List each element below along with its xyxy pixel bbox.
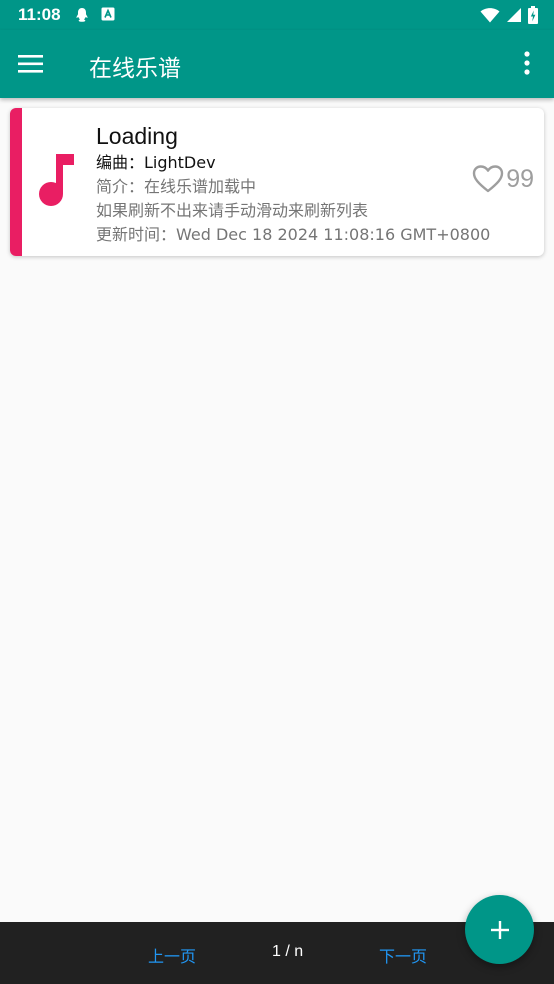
menu-icon xyxy=(18,55,43,73)
next-page-button[interactable]: 下一页 xyxy=(379,943,427,967)
card-text: Loading 编曲：LightDev 简介：在线乐谱加载中 如果刷新不出来请手… xyxy=(96,121,490,247)
system-icons xyxy=(480,6,538,24)
app-notification-icon xyxy=(101,7,115,21)
sheet-composer: 编曲：LightDev xyxy=(96,153,216,172)
like-count: 99 xyxy=(506,164,534,193)
sheet-card[interactable]: Loading 编曲：LightDev 简介：在线乐谱加载中 如果刷新不出来请手… xyxy=(10,108,544,256)
signal-icon xyxy=(507,8,521,22)
wifi-icon xyxy=(480,8,500,23)
sheet-intro: 简介：在线乐谱加载中 xyxy=(96,177,257,196)
more-options-button[interactable] xyxy=(516,50,538,78)
refresh-hint: 如果刷新不出来请手动滑动来刷新列表 xyxy=(96,201,369,220)
add-icon xyxy=(490,920,509,939)
status-bar: 11:08 xyxy=(0,0,554,30)
page-title: 在线乐谱 xyxy=(89,56,181,82)
like-button[interactable]: 99 xyxy=(472,164,534,194)
prev-page-button[interactable]: 上一页 xyxy=(148,943,196,967)
page-indicator: 1 / n xyxy=(272,943,304,960)
status-time: 11:08 xyxy=(18,5,61,24)
sheet-title: Loading xyxy=(96,123,178,149)
add-fab-button[interactable] xyxy=(465,895,534,964)
update-time: 更新时间：Wed Dec 18 2024 11:08:16 GMT+0800 xyxy=(96,225,491,244)
battery-icon xyxy=(528,6,538,24)
music-note-icon xyxy=(39,154,74,206)
app-bar: 在线乐谱 xyxy=(0,30,554,98)
heart-outline-icon xyxy=(472,165,504,193)
more-vert-icon xyxy=(524,51,530,75)
menu-button[interactable] xyxy=(18,50,52,78)
notification-icons xyxy=(75,7,115,23)
card-accent-strip xyxy=(10,108,22,256)
qq-notification-icon xyxy=(76,8,88,22)
